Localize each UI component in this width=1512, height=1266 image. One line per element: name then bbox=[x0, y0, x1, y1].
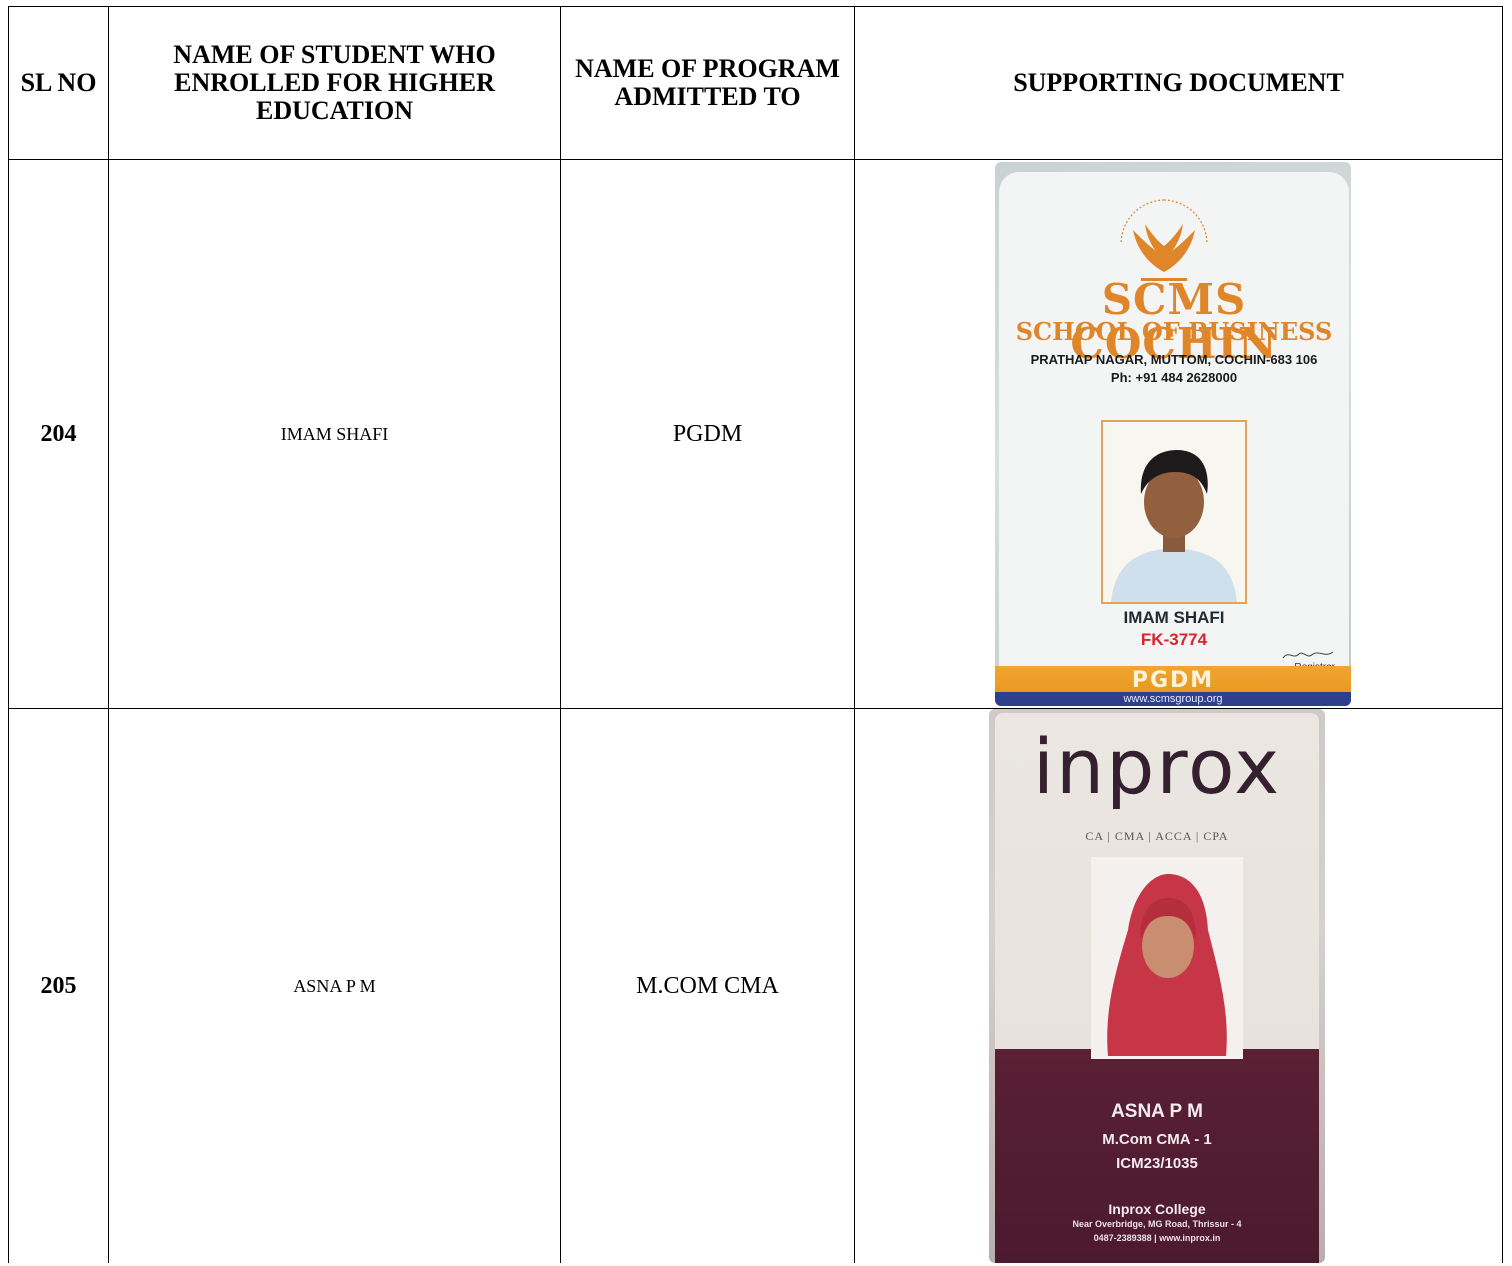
header-sl-no: SL NO bbox=[8, 6, 109, 160]
table-header-row: SL NO NAME OF STUDENT WHO ENROLLED FOR H… bbox=[8, 6, 1503, 160]
institution-subtitle: SCHOOL OF BUSINESS bbox=[1015, 317, 1333, 346]
student-portrait bbox=[1091, 857, 1243, 1059]
header-student-name: NAME OF STUDENT WHO ENROLLED FOR HIGHER … bbox=[108, 6, 561, 160]
student-name-cell: ASNA P M bbox=[108, 708, 561, 1263]
student-name-cell: IMAM SHAFI bbox=[108, 159, 561, 709]
program-cell: PGDM bbox=[560, 159, 855, 709]
higher-education-table: SL NO NAME OF STUDENT WHO ENROLLED FOR H… bbox=[8, 6, 1503, 1263]
college-name: Inprox College bbox=[1108, 1201, 1206, 1217]
signature-icon bbox=[1282, 651, 1334, 659]
id-card-photo: SCMS COCHIN SCHOOL OF BUSINESS PRATHAP N… bbox=[995, 162, 1351, 706]
id-card-photo: inprox CA | CMA | ACCA | CPA ASNA P M M.… bbox=[989, 709, 1325, 1263]
header-program: NAME OF PROGRAM ADMITTED TO bbox=[560, 6, 855, 160]
card-holder-id: ICM23/1035 bbox=[1116, 1155, 1198, 1172]
header-supporting-document: SUPPORTING DOCUMENT bbox=[854, 6, 1503, 160]
institution-tagline: CA | CMA | ACCA | CPA bbox=[1085, 829, 1229, 843]
document-page: SL NO NAME OF STUDENT WHO ENROLLED FOR H… bbox=[0, 0, 1512, 1266]
card-holder-course: M.Com CMA - 1 bbox=[1102, 1131, 1212, 1148]
institution-logo: inprox bbox=[1032, 722, 1282, 811]
program-band: PGDM bbox=[995, 666, 1351, 693]
program-cell: M.COM CMA bbox=[560, 708, 855, 1263]
id-card-face: SCMS COCHIN SCHOOL OF BUSINESS PRATHAP N… bbox=[999, 172, 1349, 706]
college-address: Near Overbridge, MG Road, Thrissur - 4 bbox=[1072, 1219, 1242, 1229]
table-row: 205 ASNA P M M.COM CMA inprox CA | CMA |… bbox=[8, 708, 1503, 1263]
card-holder-name: IMAM SHAFI bbox=[1123, 608, 1225, 627]
sl-no-cell: 205 bbox=[8, 708, 109, 1263]
student-portrait bbox=[1101, 420, 1247, 604]
card-holder-id: FK-3774 bbox=[1140, 630, 1208, 649]
institution-phone: Ph: +91 484 2628000 bbox=[1110, 370, 1238, 385]
college-contact: 0487-2389388 | www.inprox.in bbox=[1093, 1233, 1221, 1243]
table-row: 204 IMAM SHAFI PGDM SCMS COCHIN SCHOOL O… bbox=[8, 159, 1503, 709]
institution-address: PRATHAP NAGAR, MUTTOM, COCHIN-683 106 bbox=[1030, 352, 1318, 367]
supporting-document-cell: inprox CA | CMA | ACCA | CPA ASNA P M M.… bbox=[854, 708, 1503, 1263]
id-card-face: inprox CA | CMA | ACCA | CPA ASNA P M M.… bbox=[995, 713, 1319, 1263]
supporting-document-cell: SCMS COCHIN SCHOOL OF BUSINESS PRATHAP N… bbox=[854, 159, 1503, 709]
sl-no-cell: 204 bbox=[8, 159, 109, 709]
card-holder-name: ASNA P M bbox=[1111, 1101, 1203, 1122]
portrait-icon bbox=[1103, 422, 1245, 602]
institution-website: www.scmsgroup.org bbox=[995, 692, 1351, 706]
portrait-icon bbox=[1094, 860, 1240, 1056]
